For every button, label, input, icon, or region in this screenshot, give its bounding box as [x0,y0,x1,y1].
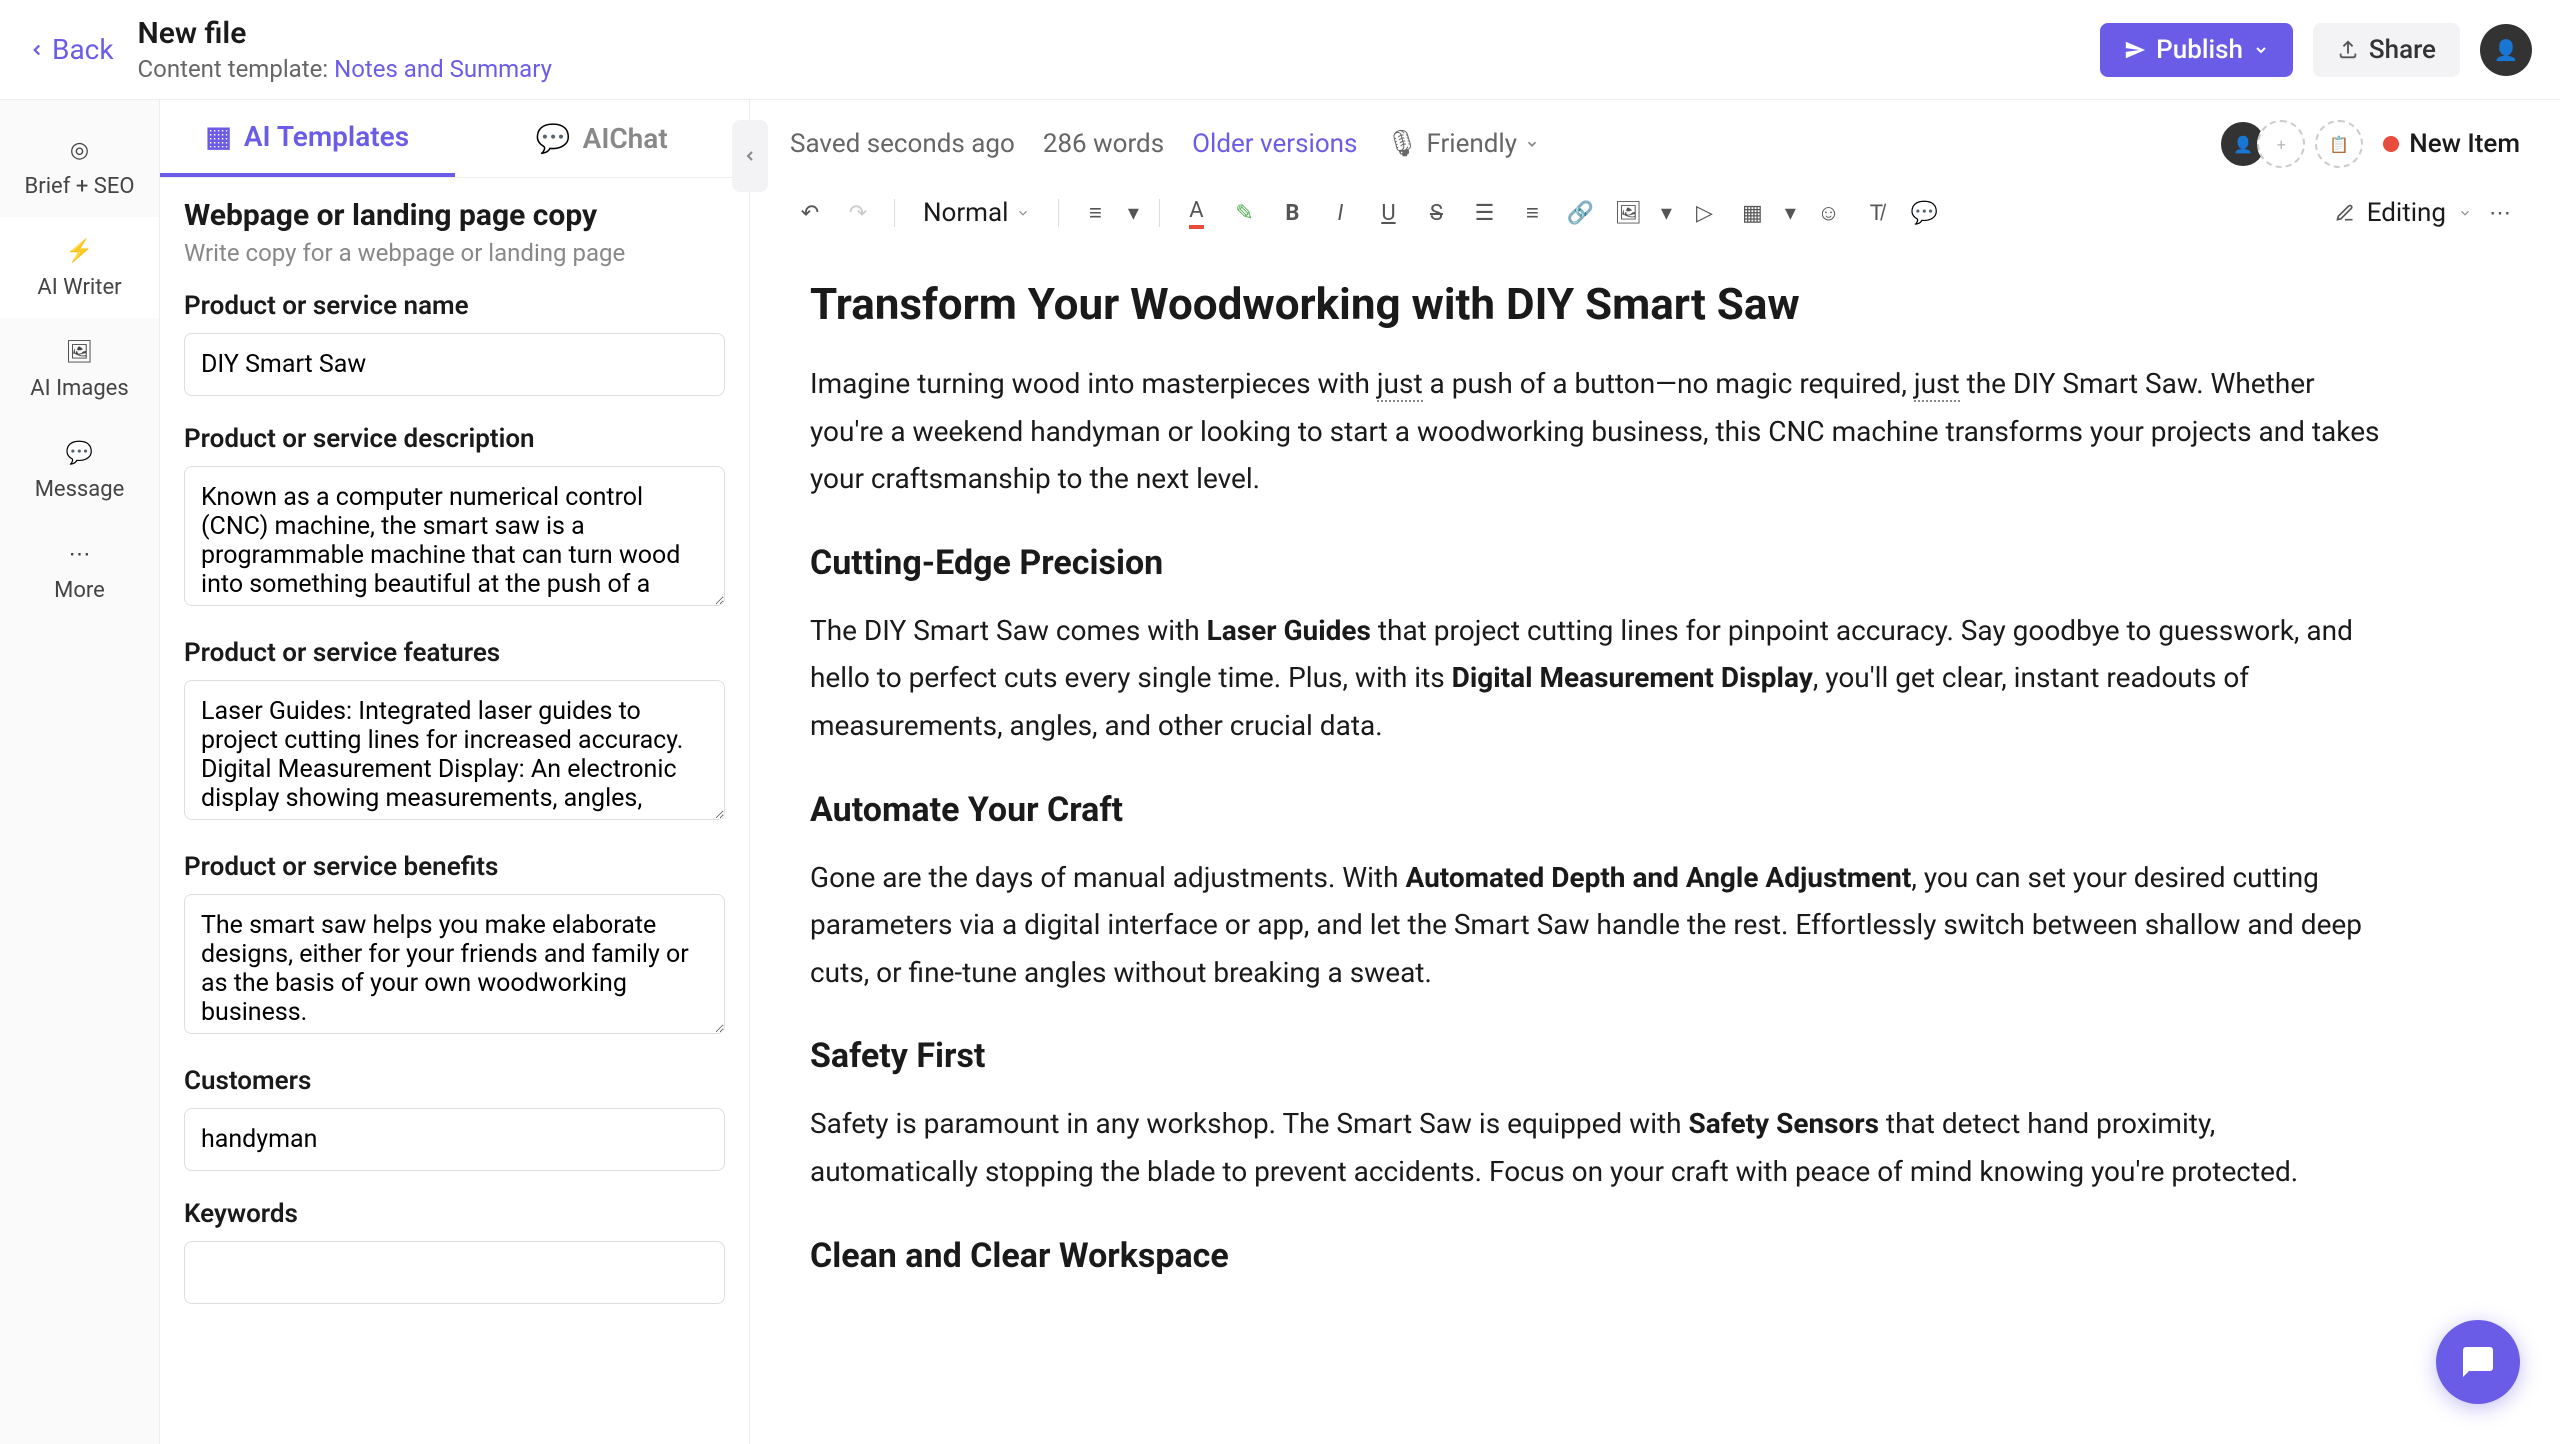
customers-label: Customers [184,1066,725,1096]
status-dot-icon [2383,136,2399,152]
tab-ai-templates[interactable]: ▦ AI Templates [160,100,455,177]
chevron-down-icon [2253,42,2269,58]
doc-h2: Automate Your Craft [810,790,2390,830]
sidebar-item-message[interactable]: 💬 Message [0,419,159,520]
back-button[interactable]: Back [28,33,114,66]
file-title: New file [138,16,552,51]
add-item-icon[interactable]: 📋 [2315,120,2363,168]
highlight-button[interactable]: ✎ [1224,193,1264,233]
align-dropdown[interactable]: ▾ [1123,193,1143,233]
undo-button[interactable]: ↶ [790,193,830,233]
chevron-left-icon [28,41,46,59]
name-label: Product or service name [184,291,725,321]
link-button[interactable]: 🔗 [1560,193,1600,233]
paragraph: The DIY Smart Saw comes with Laser Guide… [810,607,2390,750]
collaborator-avatars[interactable]: 👤 + [2229,120,2305,168]
chat-bubble-icon: 💬 [536,122,571,155]
paragraph: Safety is paramount in any workshop. The… [810,1100,2390,1195]
table-dropdown[interactable]: ▾ [1780,193,1800,233]
share-button[interactable]: Share [2313,23,2460,77]
italic-button[interactable]: I [1320,193,1360,233]
benefits-input[interactable]: The smart saw helps you make elaborate d… [184,894,725,1034]
chevron-down-icon [2458,206,2472,220]
templates-panel: ▦ AI Templates 💬 AIChat Webpage or landi… [160,100,750,1444]
text-color-button[interactable]: A [1176,193,1216,233]
emoji-button[interactable]: ☺ [1808,193,1848,233]
add-collaborator-icon[interactable]: + [2257,120,2305,168]
clear-format-button[interactable]: T̸ [1856,193,1896,233]
features-label: Product or service features [184,638,725,668]
save-status: Saved seconds ago [790,129,1015,159]
user-avatar[interactable]: 👤 [2480,24,2532,76]
doc-h2: Cutting-Edge Precision [810,543,2390,583]
benefits-label: Product or service benefits [184,852,725,882]
paragraph: Gone are the days of manual adjustments.… [810,854,2390,997]
chevron-down-icon [1525,137,1539,151]
image-dropdown[interactable]: ▾ [1656,193,1676,233]
image-button[interactable]: 🖼 [1608,193,1648,233]
template-sub: Write copy for a webpage or landing page [184,239,725,267]
features-input[interactable]: Laser Guides: Integrated laser guides to… [184,680,725,820]
chat-icon: 💬 [64,437,96,469]
chevron-down-icon [1016,206,1030,220]
editor-pane: Saved seconds ago 286 words Older versio… [750,100,2560,1444]
template-heading: Webpage or landing page copy [184,198,725,233]
new-item-status[interactable]: New Item [2383,129,2520,159]
file-subtitle: Content template: Notes and Summary [138,55,552,83]
bold-button[interactable]: B [1272,193,1312,233]
style-select[interactable]: Normal [911,190,1042,236]
sidebar-item-ai-writer[interactable]: ⚡ AI Writer [0,217,159,318]
templates-icon: ▦ [205,120,231,153]
keywords-input[interactable] [184,1241,725,1304]
mic-icon: 🎙 [1385,129,1418,159]
editor-content[interactable]: Transform Your Woodworking with DIY Smar… [750,248,2450,1444]
template-link[interactable]: Notes and Summary [334,55,552,83]
doc-h2: Safety First [810,1036,2390,1076]
publish-button[interactable]: Publish [2100,23,2293,77]
align-button[interactable]: ≡ [1075,193,1115,233]
comment-button[interactable]: 💬 [1904,193,1944,233]
bolt-icon: ⚡ [64,235,96,267]
app-header: Back New file Content template: Notes an… [0,0,2560,100]
word-count: 286 words [1043,129,1164,159]
upload-icon [2337,39,2359,61]
editing-mode-select[interactable]: Editing [2335,198,2472,228]
intercom-launcher[interactable] [2436,1320,2520,1404]
more-toolbar-button[interactable]: ⋯ [2480,193,2520,233]
older-versions-link[interactable]: Older versions [1192,129,1357,159]
table-button[interactable]: ▦ [1732,193,1772,233]
desc-label: Product or service description [184,424,725,454]
underline-button[interactable]: U [1368,193,1408,233]
tone-selector[interactable]: 🎙 Friendly [1385,129,1539,159]
customers-input[interactable] [184,1108,725,1171]
doc-h2: Clean and Clear Workspace [810,1236,2390,1276]
bullet-list-button[interactable]: ☰ [1464,193,1504,233]
desc-input[interactable]: Known as a computer numerical control (C… [184,466,725,606]
collapse-panel-button[interactable] [732,120,768,192]
video-button[interactable]: ▷ [1684,193,1724,233]
back-label: Back [52,33,114,66]
pencil-icon [2335,203,2355,223]
target-icon: ◎ [64,134,96,166]
doc-h1: Transform Your Woodworking with DIY Smar… [810,278,2390,330]
send-icon [2124,39,2146,61]
editor-toolbar: ↶ ↷ Normal ≡ ▾ A ✎ B I U S ☰ ≡ 🔗 [750,178,2560,248]
number-list-button[interactable]: ≡ [1512,193,1552,233]
paragraph: Imagine turning wood into masterpieces w… [810,360,2390,503]
chat-icon [2460,1344,2496,1380]
strike-button[interactable]: S [1416,193,1456,233]
sidebar-item-more[interactable]: ⋯ More [0,520,159,621]
redo-button[interactable]: ↷ [838,193,878,233]
name-input[interactable] [184,333,725,396]
tab-ai-chat[interactable]: 💬 AIChat [455,100,750,177]
keywords-label: Keywords [184,1199,725,1229]
more-icon: ⋯ [64,538,96,570]
image-icon: 🖼 [64,336,96,368]
chevron-left-icon [742,148,758,164]
sidebar-item-ai-images[interactable]: 🖼 AI Images [0,318,159,419]
sidebar-item-brief-seo[interactable]: ◎ Brief + SEO [0,116,159,217]
sidebar-nav: ◎ Brief + SEO ⚡ AI Writer 🖼 AI Images 💬 … [0,100,160,1444]
